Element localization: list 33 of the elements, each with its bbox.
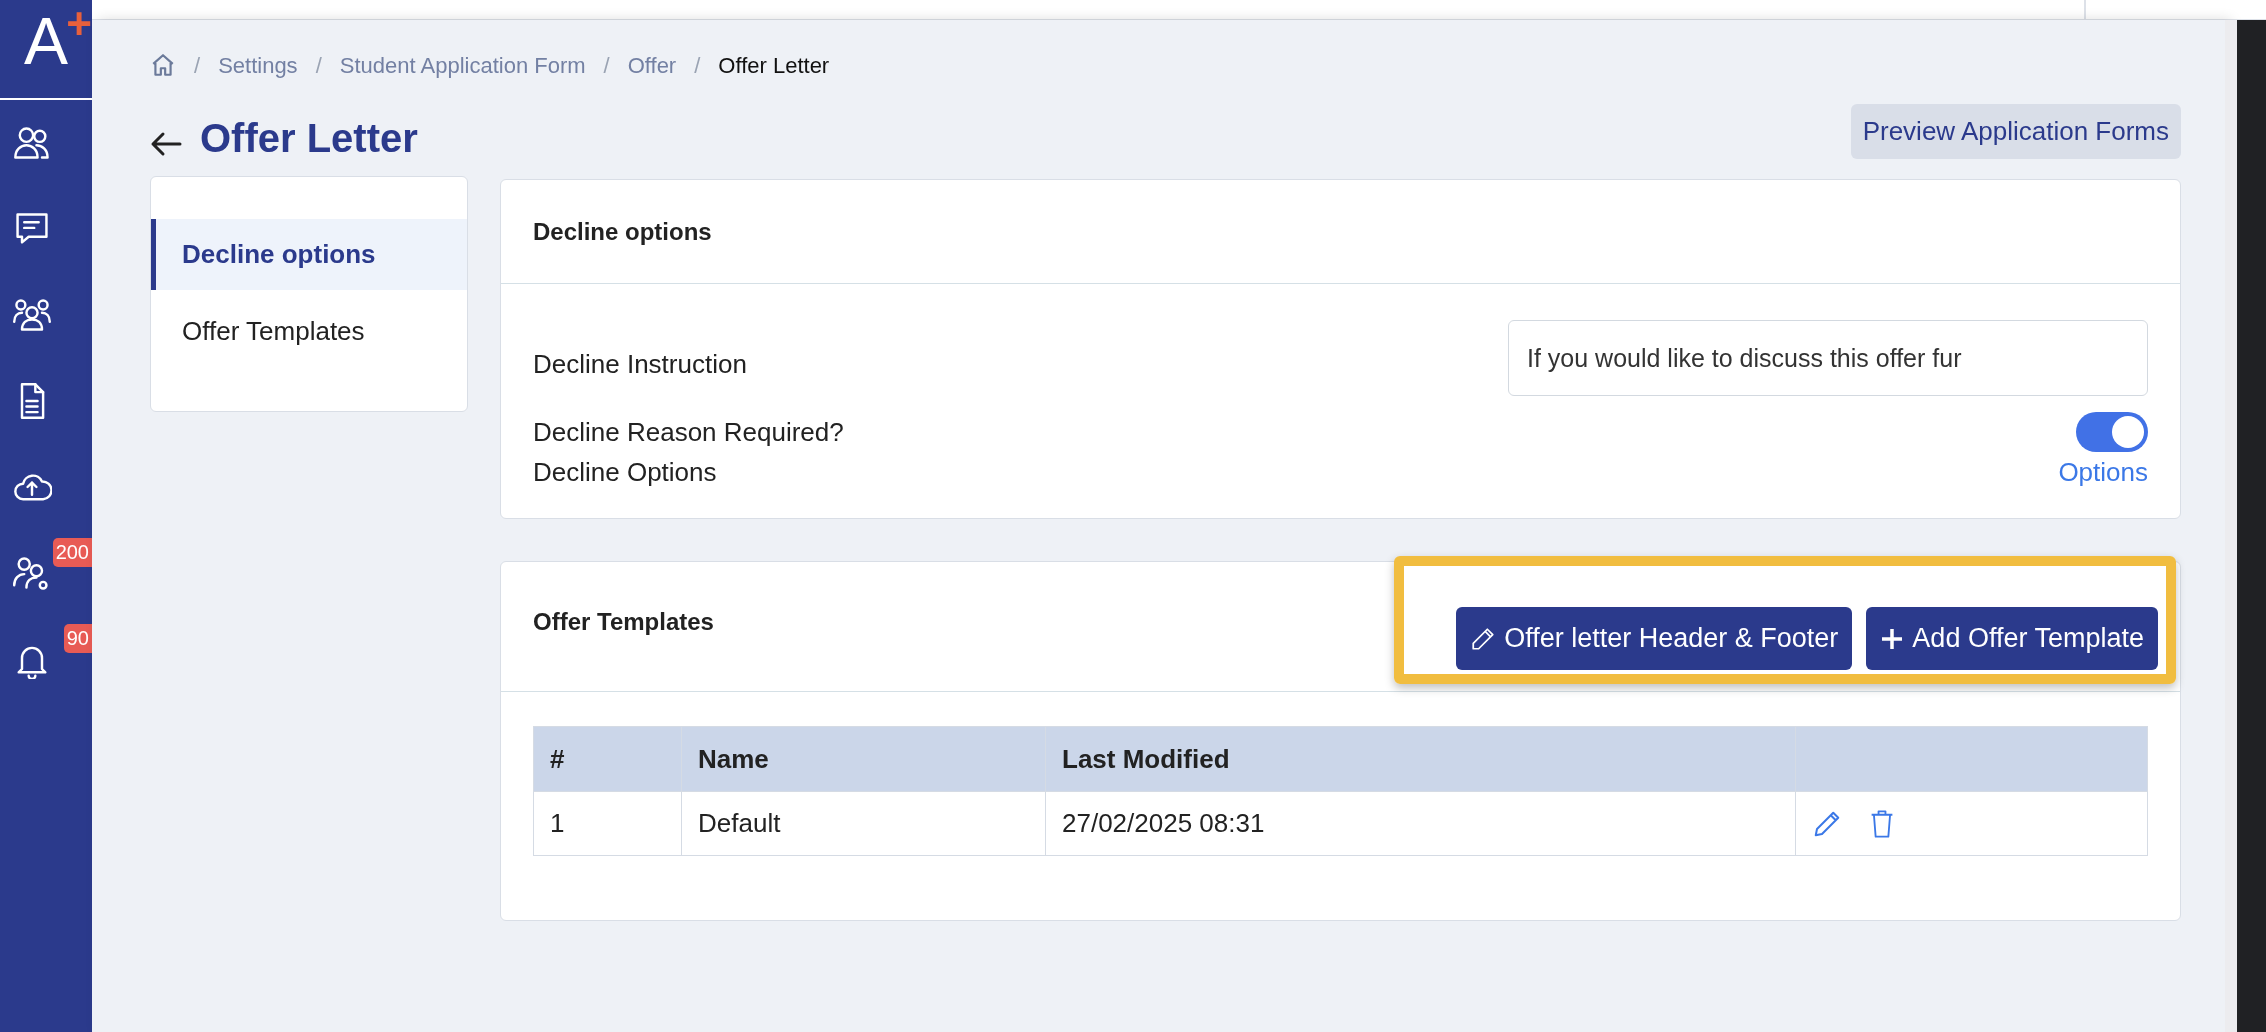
field-label: Decline Instruction bbox=[533, 347, 747, 381]
logo-mark: + bbox=[66, 2, 92, 46]
count-badge: 200 bbox=[52, 538, 92, 567]
nav-item[interactable]: Decline options bbox=[151, 219, 467, 290]
card-title: Decline options bbox=[533, 216, 712, 247]
header-footer-button[interactable]: Offer letter Header & Footer bbox=[1456, 607, 1853, 670]
field-label: Decline Options bbox=[533, 455, 717, 489]
instruction-field[interactable]: If you would like to discuss this offer fur bbox=[1508, 320, 2148, 396]
field-label: Decline Reason Required? bbox=[533, 415, 844, 449]
toggle-switch[interactable] bbox=[2076, 412, 2148, 452]
plus-icon bbox=[1880, 626, 1905, 651]
breadcrumb-current: Offer Letter bbox=[718, 51, 830, 80]
column-header: Last Modified bbox=[1045, 726, 1796, 792]
count-badge: 90 bbox=[63, 624, 92, 653]
table-cell: 1 bbox=[533, 791, 682, 856]
column-header: # bbox=[533, 726, 682, 792]
nav-item[interactable]: Offer Templates bbox=[151, 296, 467, 367]
breadcrumb-separator: / bbox=[194, 51, 201, 80]
back-arrow-icon[interactable] bbox=[150, 131, 182, 157]
home-icon[interactable] bbox=[150, 52, 176, 78]
breadcrumb-separator: / bbox=[315, 51, 322, 80]
pencil-icon bbox=[1470, 625, 1497, 652]
breadcrumb-separator: / bbox=[694, 51, 701, 80]
breadcrumb-separator: / bbox=[603, 51, 610, 80]
preview-button[interactable]: Preview Application Forms bbox=[1850, 104, 2181, 159]
add-template-button[interactable]: Add Offer Template bbox=[1866, 607, 2158, 670]
table-cell: 27/02/2025 08:31 bbox=[1045, 791, 1796, 856]
options-link[interactable]: Options bbox=[2058, 452, 2148, 492]
card-title: Offer Templates bbox=[533, 606, 714, 637]
table-cell: Default bbox=[681, 791, 1046, 856]
page-title: Offer Letter bbox=[200, 118, 418, 158]
logo-letter: A bbox=[24, 4, 68, 78]
column-header: Name bbox=[681, 726, 1046, 792]
